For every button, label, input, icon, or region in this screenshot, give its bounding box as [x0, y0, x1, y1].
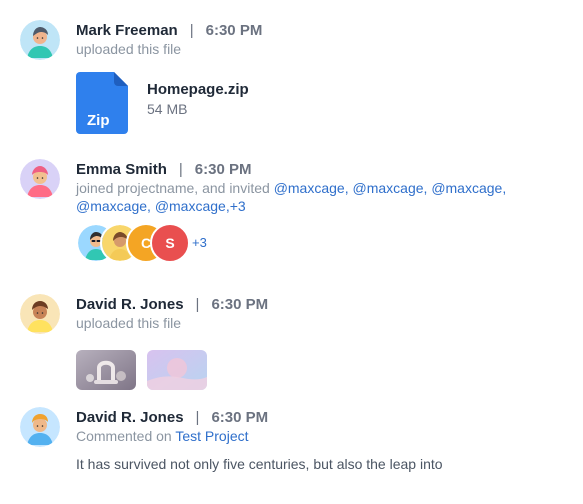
header-separator: |: [178, 160, 183, 178]
activity-header: Mark Freeman | 6:30 PM: [76, 20, 566, 40]
header-separator: |: [195, 295, 200, 313]
comment-action: Commented on Test Project: [76, 427, 566, 445]
avatar[interactable]: [20, 20, 60, 60]
avatar[interactable]: [20, 159, 60, 199]
project-link[interactable]: Test Project: [175, 428, 248, 444]
activity-content: Emma Smith | 6:30 PM joined projectname,…: [76, 159, 566, 263]
invite-prefix: joined projectname, and invited: [76, 180, 274, 196]
more-invitees-link[interactable]: +3: [192, 235, 207, 250]
activity-time: 6:30 PM: [205, 21, 263, 39]
avatar[interactable]: [20, 294, 60, 334]
activity-content: David R. Jones | 6:30 PM Commented on Te…: [76, 407, 566, 473]
file-size: 54 MB: [147, 101, 188, 117]
header-separator: |: [195, 408, 200, 426]
avatar[interactable]: [20, 407, 60, 447]
file-name[interactable]: Homepage.zip: [147, 81, 249, 98]
activity-time: 6:30 PM: [211, 295, 269, 313]
zip-file-icon: Zip: [76, 72, 128, 134]
activity-feed: Mark Freeman | 6:30 PM uploaded this fil…: [0, 0, 583, 504]
activity-header: David R. Jones | 6:30 PM: [76, 407, 566, 427]
activity-content: David R. Jones | 6:30 PM uploaded this f…: [76, 294, 566, 390]
mention-link[interactable]: @maxcage,: [353, 180, 428, 196]
user-name[interactable]: Mark Freeman: [76, 22, 178, 39]
mention-link[interactable]: @maxcage,+3: [155, 198, 246, 214]
file-attachment[interactable]: Zip Homepage.zip 54 MB: [76, 72, 566, 134]
activity-time: 6:30 PM: [211, 408, 269, 426]
image-thumbnail-2[interactable]: [147, 350, 207, 390]
user-name[interactable]: David R. Jones: [76, 409, 184, 426]
user-name[interactable]: David R. Jones: [76, 296, 184, 313]
image-thumbnail-1[interactable]: [76, 350, 136, 390]
zip-icon-label: Zip: [87, 112, 110, 129]
invited-avatars[interactable]: C S +3: [76, 223, 566, 263]
mention-link[interactable]: @maxcage,: [431, 180, 506, 196]
mention-link[interactable]: @maxcage,: [274, 180, 349, 196]
comment-prefix: Commented on: [76, 428, 176, 444]
comment-text: It has survived not only five centuries,…: [76, 456, 443, 472]
activity-header: Emma Smith | 6:30 PM: [76, 159, 566, 179]
header-separator: |: [189, 21, 194, 39]
user-name[interactable]: Emma Smith: [76, 161, 167, 178]
activity-time: 6:30 PM: [194, 160, 252, 178]
mention-link[interactable]: @maxcage,: [76, 198, 151, 214]
invite-message: joined projectname, and invited @maxcage…: [76, 179, 566, 215]
activity-header: David R. Jones | 6:30 PM: [76, 294, 566, 314]
image-thumbnails: [76, 350, 566, 390]
activity-content: Mark Freeman | 6:30 PM uploaded this fil…: [76, 20, 566, 134]
activity-action: uploaded this file: [76, 315, 182, 331]
invited-avatar-s[interactable]: S: [150, 223, 190, 263]
activity-action: uploaded this file: [76, 41, 182, 57]
